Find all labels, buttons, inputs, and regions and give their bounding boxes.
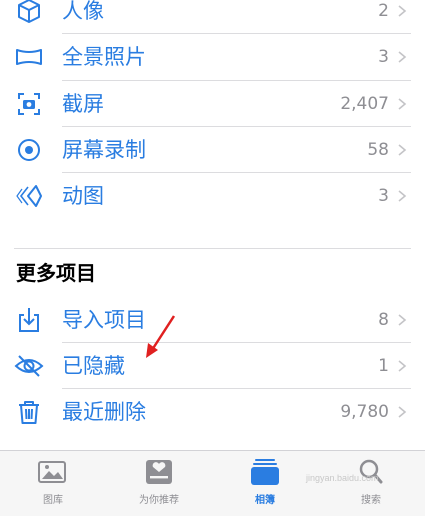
row-count: 3 [378, 47, 389, 67]
tab-label: 为你推荐 [139, 495, 179, 506]
row-label: 已隐藏 [62, 354, 125, 378]
screen-record-icon [14, 135, 44, 165]
chevron-right-icon [397, 51, 407, 63]
row-count: 2,407 [340, 94, 389, 114]
chevron-right-icon [397, 190, 407, 202]
chevron-right-icon [397, 5, 407, 17]
library-icon [36, 457, 70, 487]
tab-for-you[interactable]: 为你推荐 [106, 451, 212, 516]
row-count: 2 [378, 1, 389, 21]
chevron-right-icon [397, 98, 407, 110]
tab-label: 图库 [43, 495, 63, 506]
chevron-right-icon [397, 406, 407, 418]
tab-albums[interactable]: 相簿 [212, 451, 318, 516]
section-title-more-items: 更多项目 [16, 261, 96, 285]
chevron-right-icon [397, 144, 407, 156]
import-icon [14, 305, 44, 335]
annotation-arrow [146, 315, 176, 358]
chevron-right-icon [397, 314, 407, 326]
row-label: 人像 [62, 0, 104, 23]
chevron-right-icon [397, 360, 407, 372]
row-recently-deleted[interactable]: 最近删除 9,780 [0, 389, 425, 435]
row-count: 9,780 [340, 402, 389, 422]
section-divider [14, 248, 411, 249]
row-screenshots[interactable]: 截屏 2,407 [0, 81, 425, 127]
albums-icon [248, 457, 282, 487]
row-portrait[interactable]: 人像 2 [0, 0, 425, 34]
row-screen-recordings[interactable]: 屏幕录制 58 [0, 127, 425, 173]
row-animated[interactable]: 动图 3 [0, 173, 425, 219]
tab-bar: 图库 为你推荐 相簿 搜索 jingyan.baidu.com [0, 450, 425, 516]
row-label: 动图 [62, 184, 104, 208]
row-label: 全景照片 [62, 45, 146, 69]
row-count: 1 [378, 356, 389, 376]
tab-search[interactable]: 搜索 [318, 451, 424, 516]
tab-library[interactable]: 图库 [0, 451, 106, 516]
row-imports[interactable]: 导入项目 8 [0, 297, 425, 343]
cube-icon [14, 0, 44, 26]
row-panorama[interactable]: 全景照片 3 [0, 34, 425, 80]
trash-icon [14, 397, 44, 427]
row-label: 最近删除 [62, 400, 146, 424]
row-count: 3 [378, 186, 389, 206]
hidden-eye-icon [14, 351, 44, 381]
tab-label: 相簿 [255, 495, 275, 506]
row-count: 8 [378, 310, 389, 330]
row-label: 屏幕录制 [62, 138, 146, 162]
for-you-icon [142, 457, 176, 487]
row-label: 导入项目 [62, 308, 146, 332]
tab-label: 搜索 [361, 495, 381, 506]
row-label: 截屏 [62, 92, 104, 116]
row-hidden[interactable]: 已隐藏 1 [0, 343, 425, 389]
animated-icon [14, 181, 44, 211]
panorama-icon [14, 42, 44, 72]
watermark: jingyan.baidu.com [306, 473, 379, 483]
screenshot-icon [14, 89, 44, 119]
row-count: 58 [367, 140, 389, 160]
